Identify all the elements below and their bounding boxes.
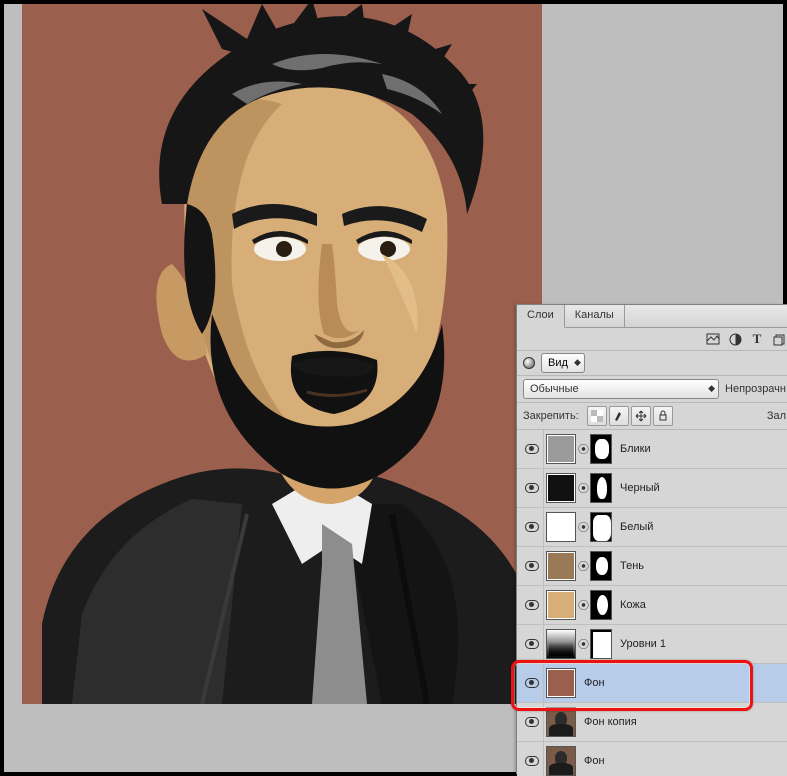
layer-row[interactable]: Фон: [517, 742, 787, 776]
eye-icon: [525, 561, 539, 571]
tab-layers[interactable]: Слои: [517, 305, 565, 328]
tab-channels[interactable]: Каналы: [565, 305, 625, 327]
opacity-label: Непрозрачн: [725, 383, 786, 395]
view-filter-label: Вид: [548, 357, 568, 369]
layer-thumb-group: ⦿: [546, 590, 612, 620]
layer-thumb-group: [546, 746, 576, 776]
adjustment-thumb[interactable]: [546, 629, 576, 659]
layer-thumb[interactable]: [546, 551, 576, 581]
layer-name[interactable]: Кожа: [620, 599, 646, 611]
layer-row[interactable]: ⦿ Белый: [517, 508, 787, 547]
layer-visibility-toggle[interactable]: [521, 742, 544, 776]
layer-thumb-group: [546, 668, 576, 698]
layer-visibility-toggle[interactable]: [521, 430, 544, 468]
layer-visibility-toggle[interactable]: [521, 625, 544, 663]
eye-icon: [525, 522, 539, 532]
layer-visibility-toggle[interactable]: [521, 586, 544, 624]
layer-thumb-group: ⦿: [546, 551, 612, 581]
eye-icon: [525, 600, 539, 610]
layer-thumb[interactable]: [546, 473, 576, 503]
layer-thumb-group: [546, 707, 576, 737]
layer-mask-thumb[interactable]: [590, 473, 612, 503]
lock-position-button[interactable]: [631, 406, 651, 426]
fill-label: Зал: [767, 410, 786, 422]
layer-row[interactable]: ⦿ Тень: [517, 547, 787, 586]
view-filter-row: Вид ◆: [517, 351, 787, 376]
link-icon[interactable]: ⦿: [578, 441, 588, 457]
link-icon[interactable]: ⦿: [578, 636, 588, 652]
layer-row[interactable]: ⦿ Черный: [517, 469, 787, 508]
blend-mode-dropdown[interactable]: Обычные ◆: [523, 379, 719, 399]
link-icon[interactable]: ⦿: [578, 597, 588, 613]
layer-thumb[interactable]: [546, 707, 576, 737]
blend-mode-row: Обычные ◆ Непрозрачн: [517, 376, 787, 403]
eye-icon: [525, 756, 539, 766]
layer-visibility-toggle[interactable]: [521, 703, 544, 741]
layer-row[interactable]: ⦿ Кожа: [517, 586, 787, 625]
chevron-down-icon: ◆: [574, 357, 581, 368]
eye-icon: [525, 678, 539, 688]
lock-all-button[interactable]: [653, 406, 673, 426]
lock-transparent-button[interactable]: [587, 406, 607, 426]
layer-mask-thumb[interactable]: [590, 590, 612, 620]
panel-filter-row: T: [517, 328, 787, 351]
layer-name[interactable]: Фон: [584, 755, 605, 767]
layer-name[interactable]: Фон: [584, 677, 605, 689]
layer-visibility-toggle[interactable]: [521, 469, 544, 507]
layer-mask-thumb[interactable]: [590, 551, 612, 581]
layer-name[interactable]: Фон копия: [584, 716, 637, 728]
layer-thumb[interactable]: [546, 746, 576, 776]
lock-pixels-button[interactable]: [609, 406, 629, 426]
layer-thumb[interactable]: [546, 668, 576, 698]
filter-adjust-icon[interactable]: [728, 332, 742, 346]
lock-row: Закрепить: Зал: [517, 403, 787, 430]
canvas-area: [4, 4, 540, 772]
layer-thumb[interactable]: [546, 590, 576, 620]
eye-icon: [525, 717, 539, 727]
chevron-down-icon: ◆: [708, 383, 715, 394]
layer-name[interactable]: Белый: [620, 521, 653, 533]
layer-row[interactable]: ⦿ Уровни 1: [517, 625, 787, 664]
layer-mask-thumb[interactable]: [590, 629, 612, 659]
layer-mask-thumb[interactable]: [590, 434, 612, 464]
layer-row[interactable]: ⦿ Блики: [517, 430, 787, 469]
layer-visibility-toggle[interactable]: [521, 664, 544, 702]
layer-row[interactable]: Фон: [517, 664, 787, 703]
layer-name[interactable]: Черный: [620, 482, 660, 494]
view-filter-icon: [523, 357, 535, 369]
layer-thumb-group: ⦿: [546, 629, 612, 659]
layer-list[interactable]: ⦿ Блики ⦿ Черный ⦿ Белый ⦿ Тень ⦿ Кожа ⦿ Уровни 1 Фо…: [517, 430, 787, 776]
filter-shape-icon[interactable]: [772, 332, 786, 346]
filter-type-icon[interactable]: T: [750, 332, 764, 346]
layer-thumb[interactable]: [546, 512, 576, 542]
layer-row[interactable]: Фон копия: [517, 703, 787, 742]
eye-icon: [525, 639, 539, 649]
eye-icon: [525, 444, 539, 454]
layer-name[interactable]: Блики: [620, 443, 651, 455]
layer-name[interactable]: Уровни 1: [620, 638, 666, 650]
portrait-illustration: [22, 4, 542, 704]
layer-mask-thumb[interactable]: [590, 512, 612, 542]
layer-thumb-group: ⦿: [546, 434, 612, 464]
link-icon[interactable]: ⦿: [578, 558, 588, 574]
layer-thumb[interactable]: [546, 434, 576, 464]
layer-thumb-group: ⦿: [546, 473, 612, 503]
eye-icon: [525, 483, 539, 493]
layer-name[interactable]: Тень: [620, 560, 644, 572]
panel-tabs: Слои Каналы: [517, 305, 787, 328]
app-frame: Слои Каналы T Вид ◆ Обычные: [4, 4, 783, 772]
blend-mode-value: Обычные: [530, 383, 579, 395]
lock-label: Закрепить:: [523, 410, 579, 422]
link-icon[interactable]: ⦿: [578, 480, 588, 496]
link-icon[interactable]: ⦿: [578, 519, 588, 535]
layer-thumb-group: ⦿: [546, 512, 612, 542]
layer-visibility-toggle[interactable]: [521, 508, 544, 546]
view-filter-dropdown[interactable]: Вид ◆: [541, 353, 585, 373]
artwork-canvas[interactable]: [22, 4, 542, 704]
filter-pixel-icon[interactable]: [706, 332, 720, 346]
layer-visibility-toggle[interactable]: [521, 547, 544, 585]
layers-panel: Слои Каналы T Вид ◆ Обычные: [516, 304, 787, 774]
